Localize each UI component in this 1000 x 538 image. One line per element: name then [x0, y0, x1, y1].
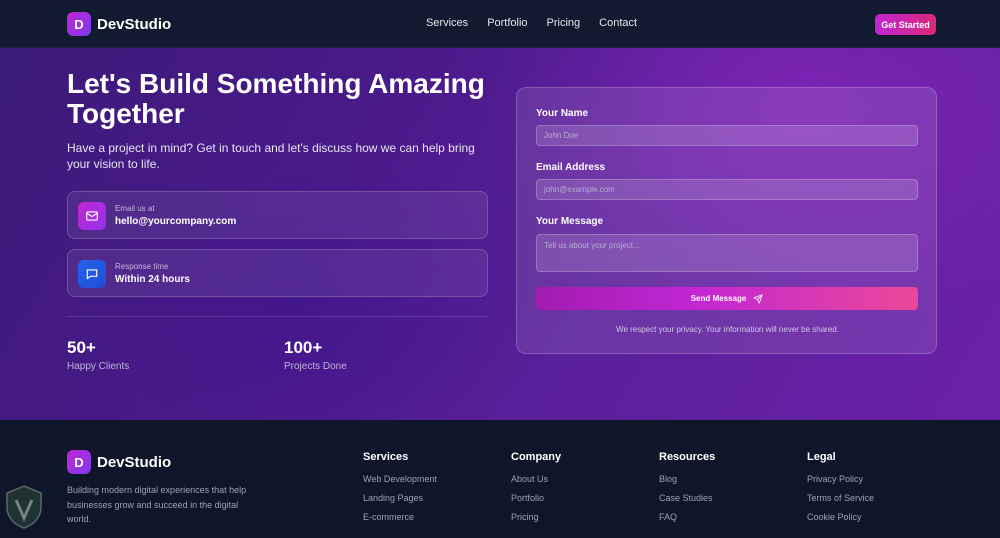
- footer-link[interactable]: E-commerce: [363, 512, 437, 522]
- stat-label: Projects Done: [284, 361, 347, 372]
- send-message-button[interactable]: Send Message: [536, 287, 918, 310]
- get-started-button[interactable]: Get Started: [875, 14, 936, 35]
- footer-link[interactable]: Privacy Policy: [807, 474, 874, 484]
- footer-link[interactable]: Cookie Policy: [807, 512, 874, 522]
- footer-brand[interactable]: D DevStudio: [67, 450, 171, 474]
- footer-col-title: Services: [363, 451, 409, 463]
- response-card-label: Response time: [115, 262, 169, 271]
- nav-link-pricing[interactable]: Pricing: [547, 17, 581, 29]
- footer-link[interactable]: Landing Pages: [363, 493, 437, 503]
- brand-logo[interactable]: D DevStudio: [67, 12, 171, 36]
- send-icon: [753, 293, 763, 304]
- hero-title: Let's Build Something Amazing Together: [67, 68, 485, 129]
- message-textarea[interactable]: [536, 234, 918, 272]
- response-card-value: Within 24 hours: [115, 274, 190, 285]
- stat-label: Happy Clients: [67, 361, 130, 372]
- name-label: Your Name: [536, 108, 589, 119]
- stat-value: 50+: [67, 338, 96, 357]
- footer-description: Building modern digital experiences that…: [67, 485, 247, 524]
- footer-link[interactable]: Portfolio: [511, 493, 561, 503]
- footer-col-company: Company About Us Portfolio Pricing: [511, 451, 561, 531]
- response-time-card: Response time Within 24 hours: [67, 249, 488, 297]
- footer-col-services: Services Web Development Landing Pages E…: [363, 451, 437, 531]
- nav-link-portfolio[interactable]: Portfolio: [487, 17, 527, 29]
- footer-link[interactable]: Terms of Service: [807, 493, 874, 503]
- footer-link[interactable]: About Us: [511, 474, 561, 484]
- email-card-value[interactable]: hello@yourcompany.com: [115, 216, 236, 227]
- hero-subtitle: Have a project in mind? Get in touch and…: [67, 141, 475, 171]
- send-button-label: Send Message: [690, 294, 747, 303]
- site-footer: D DevStudio Building modern digital expe…: [0, 420, 1000, 538]
- email-card-label: Email us at: [115, 204, 155, 213]
- contact-form: Your Name Email Address Your Message Sen…: [516, 87, 937, 354]
- footer-link[interactable]: Web Development: [363, 474, 437, 484]
- chat-icon: [78, 260, 106, 288]
- email-input[interactable]: [536, 179, 918, 200]
- shield-watermark-icon: [4, 484, 44, 530]
- mail-icon: [78, 202, 106, 230]
- footer-link[interactable]: Pricing: [511, 512, 561, 522]
- footer-brand-name: DevStudio: [97, 453, 172, 471]
- footer-col-title: Legal: [807, 451, 836, 463]
- stat-value: 100+: [284, 338, 323, 357]
- name-input[interactable]: [536, 125, 918, 146]
- logo-icon: D: [67, 12, 91, 36]
- footer-col-title: Company: [511, 451, 562, 463]
- nav-link-contact[interactable]: Contact: [599, 17, 637, 29]
- logo-icon: D: [67, 450, 91, 474]
- footer-link[interactable]: FAQ: [659, 512, 715, 522]
- footer-col-legal: Legal Privacy Policy Terms of Service Co…: [807, 451, 874, 531]
- contact-hero-section: Let's Build Something Amazing Together H…: [0, 48, 1000, 420]
- privacy-note: We respect your privacy. Your informatio…: [616, 325, 839, 334]
- email-info-card[interactable]: Email us at hello@yourcompany.com: [67, 191, 488, 239]
- footer-link[interactable]: Case Studies: [659, 493, 715, 503]
- footer-col-title: Resources: [659, 451, 716, 463]
- footer-link[interactable]: Blog: [659, 474, 715, 484]
- message-label: Your Message: [536, 216, 604, 227]
- email-label: Email Address: [536, 162, 606, 173]
- stats-divider: [67, 316, 488, 317]
- stat-happy-clients: 50+ Happy Clients: [67, 338, 129, 372]
- nav-links: Services Portfolio Pricing Contact: [426, 17, 656, 29]
- footer-col-resources: Resources Blog Case Studies FAQ: [659, 451, 715, 531]
- nav-link-services[interactable]: Services: [426, 17, 468, 29]
- top-navbar: D DevStudio Services Portfolio Pricing C…: [0, 0, 1000, 48]
- stat-projects-done: 100+ Projects Done: [284, 338, 347, 372]
- brand-name: DevStudio: [97, 15, 172, 33]
